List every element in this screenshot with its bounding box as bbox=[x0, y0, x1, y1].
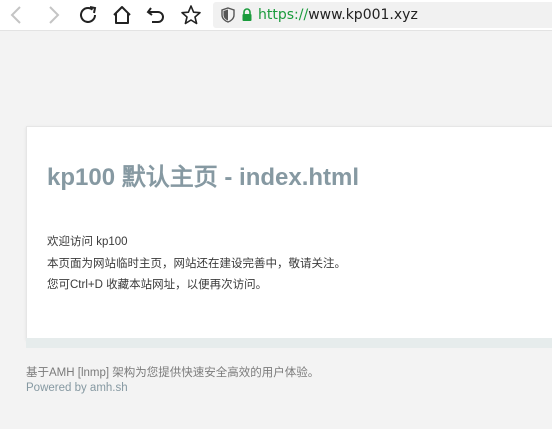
reload-icon[interactable] bbox=[76, 3, 100, 27]
lock-icon[interactable] bbox=[241, 8, 253, 27]
status-line: 本页面为网站临时主页，网站还在建设完善中，敬请关注。 bbox=[47, 257, 346, 270]
forward-arrow-icon[interactable] bbox=[41, 3, 65, 27]
content-card: kp100 默认主页 - index.html 欢迎访问 kp100 本页面为网… bbox=[26, 126, 552, 340]
footer: 基于AMH [lnmp] 架构为您提供快速安全高效的用户体验。 Powered … bbox=[26, 366, 319, 395]
footer-description: 基于AMH [lnmp] 架构为您提供快速安全高效的用户体验。 bbox=[26, 367, 320, 379]
url-host: www.kp001.xyz bbox=[308, 7, 418, 23]
url-text[interactable]: https://www.kp001.xyz bbox=[258, 6, 418, 24]
shield-icon[interactable] bbox=[221, 7, 235, 28]
url-scheme: https:// bbox=[258, 7, 309, 23]
message-block: 欢迎访问 kp100 本页面为网站临时主页，网站还在建设完善中，敬请关注。 您可… bbox=[47, 232, 346, 297]
undo-icon[interactable] bbox=[144, 3, 168, 27]
back-arrow-icon[interactable] bbox=[5, 3, 29, 27]
powered-by-link[interactable]: Powered by amh.sh bbox=[26, 381, 319, 396]
bookmark-star-icon[interactable] bbox=[179, 3, 203, 27]
card-bottom-bar bbox=[26, 338, 552, 348]
bookmark-hint-line: 您可Ctrl+D 收藏本站网址，以便再次访问。 bbox=[47, 279, 268, 291]
home-icon[interactable] bbox=[110, 3, 134, 27]
address-bar[interactable]: https://www.kp001.xyz bbox=[213, 2, 552, 28]
browser-toolbar: https://www.kp001.xyz bbox=[0, 0, 552, 31]
page-title: kp100 默认主页 - index.html bbox=[47, 164, 360, 191]
welcome-line: 欢迎访问 kp100 bbox=[47, 236, 128, 248]
